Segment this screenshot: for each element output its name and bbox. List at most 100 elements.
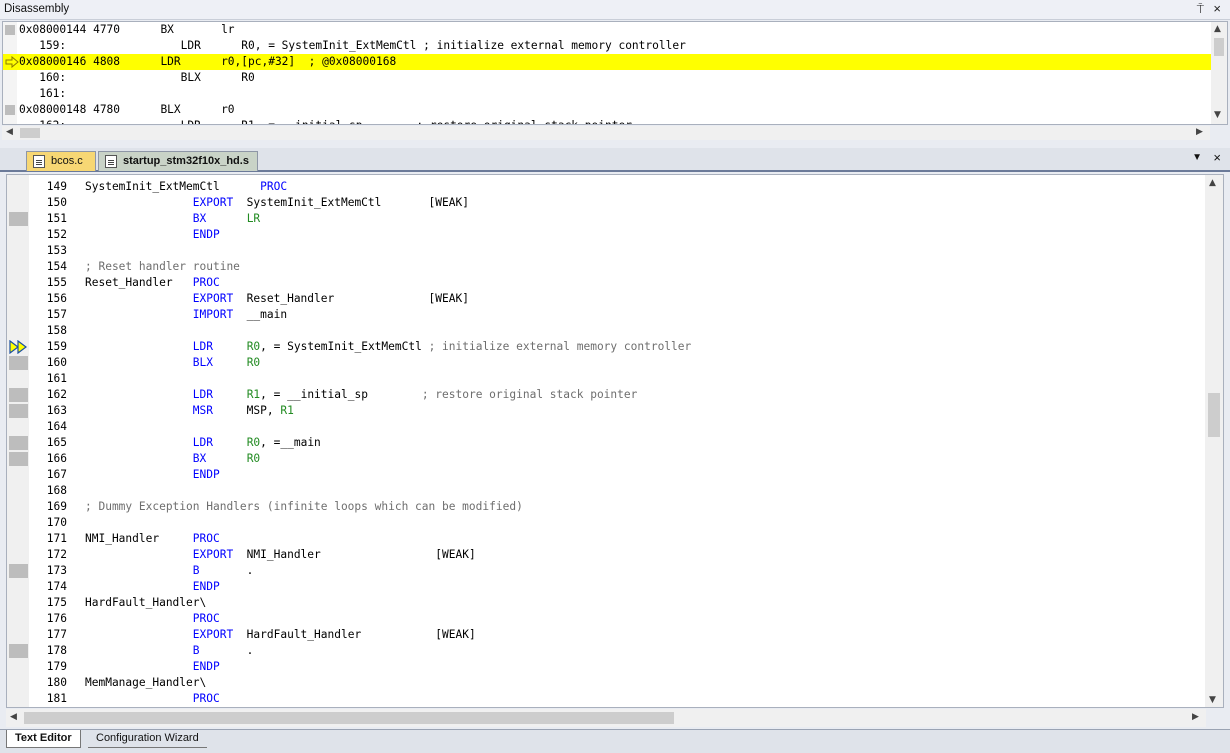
code-line[interactable]: 159 LDR R0, = SystemInit_ExtMemCtl ; ini… [7, 339, 1205, 355]
keyword-token: PROC [260, 180, 288, 193]
scroll-left-icon[interactable]: ◀ [10, 712, 17, 722]
keyword-token: ENDP [192, 468, 220, 481]
scroll-left-icon[interactable]: ◀ [6, 127, 13, 137]
code-line[interactable]: 151 BX LR [7, 211, 1205, 227]
disassembly-hscroll-thumb[interactable] [20, 128, 40, 138]
keyword-token: BX [192, 452, 207, 465]
code-line[interactable]: 175 HardFault_Handler\ [7, 595, 1205, 611]
disassembly-current-line[interactable]: 0x08000146 4808 LDR r0,[pc,#32] ; @0x080… [3, 54, 1211, 70]
code-text: MSR MSP, R1 [85, 404, 294, 418]
tab-startup-s[interactable]: startup_stm32f10x_hd.s [98, 151, 258, 171]
comment-token: ; Reset handler routine [85, 260, 240, 273]
chevron-down-icon[interactable]: ▼ [1192, 152, 1202, 163]
line-number: 150 [46, 196, 67, 209]
code-line[interactable]: 165 LDR R0, =__main [7, 435, 1205, 451]
code-line[interactable]: 181 PROC [7, 691, 1205, 707]
code-line[interactable]: 156 EXPORT Reset_Handler [WEAK] [7, 291, 1205, 307]
code-line[interactable]: 169 ; Dummy Exception Handlers (infinite … [7, 499, 1205, 515]
code-token: NMI_Handler [85, 532, 193, 545]
code-text: PROC [85, 612, 220, 626]
code-token: , = __initial_sp [260, 388, 422, 401]
code-token: . [199, 564, 254, 577]
scroll-right-icon[interactable]: ▶ [1196, 127, 1203, 137]
code-line[interactable]: 150 EXPORT SystemInit_ExtMemCtl [WEAK] [7, 195, 1205, 211]
tab-bcos-c[interactable]: bcos.c [26, 151, 96, 171]
code-line[interactable]: 161 [7, 371, 1205, 387]
code-line[interactable]: 164 [7, 419, 1205, 435]
code-line[interactable]: 177 EXPORT HardFault_Handler [WEAK] [7, 627, 1205, 643]
disassembly-hscrollbar[interactable]: ◀ ▶ [2, 126, 1210, 140]
pin-icon[interactable]: ⍑ [1197, 2, 1204, 17]
register-token: R0 [246, 340, 261, 353]
line-number: 180 [46, 676, 67, 689]
line-number: 174 [46, 580, 67, 593]
disassembly-line[interactable]: 0x08000148 4780 BLX r0 [3, 102, 1211, 118]
code-line[interactable]: 160 BLX R0 [7, 355, 1205, 371]
code-line[interactable]: 154 ; Reset handler routine [7, 259, 1205, 275]
code-token: , = SystemInit_ExtMemCtl [260, 340, 429, 353]
editor-hscrollbar[interactable]: ◀ ▶ [6, 709, 1206, 727]
scroll-right-icon[interactable]: ▶ [1192, 712, 1199, 722]
disassembly-vscrollbar[interactable]: ▲ ▼ [1211, 22, 1227, 124]
code-line[interactable]: 158 [7, 323, 1205, 339]
code-line[interactable]: 163 MSR MSP, R1 [7, 403, 1205, 419]
code-line[interactable]: 176 PROC [7, 611, 1205, 627]
tab-configuration-wizard[interactable]: Configuration Wizard [88, 730, 207, 748]
code-line[interactable]: 155 Reset_Handler PROC [7, 275, 1205, 291]
code-line[interactable]: 162 LDR R1, = __initial_sp ; restore ori… [7, 387, 1205, 403]
editor-tab-strip: bcos.c startup_stm32f10x_hd.s ▼ × [0, 148, 1230, 172]
disassembly-line[interactable]: 162: LDR R1, = __initial_sp ; restore or… [3, 118, 1211, 124]
tab-text-editor[interactable]: Text Editor [6, 730, 81, 748]
code-line[interactable]: 166 BX R0 [7, 451, 1205, 467]
code-coverage-marker [9, 404, 28, 418]
code-line[interactable]: 179 ENDP [7, 659, 1205, 675]
code-line[interactable]: 180 MemManage_Handler\ [7, 675, 1205, 691]
close-icon[interactable]: × [1213, 150, 1221, 165]
code-line[interactable]: 174 ENDP [7, 579, 1205, 595]
source-line-text: 159: LDR R0, = SystemInit_ExtMemCtl ; in… [19, 39, 686, 52]
scroll-down-icon[interactable]: ▼ [1214, 110, 1221, 120]
disassembly-view[interactable]: 0x08000144 4770 BX lr 159: LDR R0, = Sys… [2, 21, 1228, 125]
code-coverage-marker [9, 356, 28, 370]
code-line[interactable]: 149 SystemInit_ExtMemCtl PROC [7, 179, 1205, 195]
line-number: 175 [46, 596, 67, 609]
code-line[interactable]: 178 B . [7, 643, 1205, 659]
keyword-token: IMPORT [192, 308, 234, 321]
editor-vscrollbar[interactable]: ▲ ▼ [1205, 175, 1223, 707]
code-line[interactable]: 170 [7, 515, 1205, 531]
keyword-token: PROC [192, 692, 220, 705]
disassembly-line[interactable]: 0x08000144 4770 BX lr [3, 22, 1211, 38]
close-icon[interactable]: × [1213, 1, 1221, 16]
editor-vscroll-thumb[interactable] [1208, 393, 1220, 437]
code-line[interactable]: 153 [7, 243, 1205, 259]
keyword-token: EXPORT [192, 196, 234, 209]
disassembly-line[interactable]: 161: [3, 86, 1211, 102]
text-editor[interactable]: 149 SystemInit_ExtMemCtl PROC 150 EXPORT S… [6, 174, 1224, 708]
code-line[interactable]: 171 NMI_Handler PROC [7, 531, 1205, 547]
editor-hscroll-thumb[interactable] [24, 712, 674, 724]
code-line[interactable]: 157 IMPORT __main [7, 307, 1205, 323]
code-line[interactable]: 173 B . [7, 563, 1205, 579]
disassembly-vscroll-thumb[interactable] [1214, 38, 1224, 56]
code-text: B . [85, 644, 254, 658]
code-coverage-marker [9, 452, 28, 466]
disassembly-line[interactable]: 160: BLX R0 [3, 70, 1211, 86]
scroll-down-icon[interactable]: ▼ [1209, 695, 1216, 705]
code-line[interactable]: 172 EXPORT NMI_Handler [WEAK] [7, 547, 1205, 563]
source-line-text: 161: [19, 87, 67, 100]
disassembly-line[interactable]: 159: LDR R0, = SystemInit_ExtMemCtl ; in… [3, 38, 1211, 54]
code-text: LDR R0, = SystemInit_ExtMemCtl ; initial… [85, 340, 691, 354]
code-line[interactable]: 167 ENDP [7, 467, 1205, 483]
scroll-up-icon[interactable]: ▲ [1209, 178, 1216, 188]
code-line[interactable]: 168 [7, 483, 1205, 499]
line-number: 156 [46, 292, 67, 305]
code-text: IMPORT __main [85, 308, 287, 322]
code-coverage-marker [9, 564, 28, 578]
code-line[interactable]: 152 ENDP [7, 227, 1205, 243]
code-text: LDR R1, = __initial_sp ; restore origina… [85, 388, 638, 402]
scroll-up-icon[interactable]: ▲ [1214, 24, 1221, 34]
